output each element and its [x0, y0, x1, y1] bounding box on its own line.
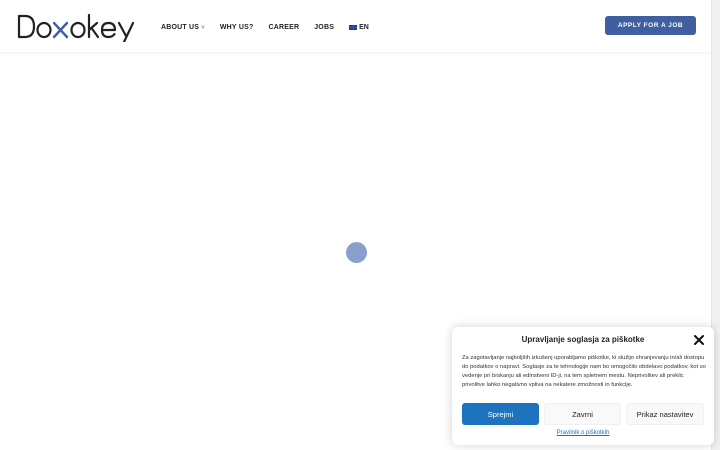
- cookie-button-row: Sprejmi Zavrni Prikaz nastavitev: [462, 403, 704, 425]
- language-label: EN: [359, 23, 369, 31]
- nav-career[interactable]: CAREER: [268, 24, 299, 31]
- view-preferences-button[interactable]: Prikaz nastavitev: [626, 403, 704, 425]
- cookie-policy-link[interactable]: Pravilnik o piškotkih: [452, 430, 714, 436]
- cookie-banner-title: Upravljanje soglasja za piškotke: [521, 335, 645, 344]
- main-nav: ABOUT US ˅ WHY US? CAREER JOBS EN: [161, 21, 369, 33]
- apply-for-job-button[interactable]: APPLY FOR A JOB: [605, 16, 696, 35]
- nav-about-us[interactable]: ABOUT US ˅: [161, 24, 205, 31]
- chevron-down-icon: ˅: [201, 24, 205, 31]
- site-header: ABOUT US ˅ WHY US? CAREER JOBS EN APPLY F…: [0, 0, 711, 52]
- loading-spinner-icon: [346, 242, 367, 263]
- nav-jobs[interactable]: JOBS: [314, 24, 334, 31]
- nav-why-us[interactable]: WHY US?: [220, 24, 254, 31]
- deny-cookies-button[interactable]: Zavrni: [544, 403, 621, 425]
- cookie-consent-banner: Upravljanje soglasja za piškotke Za zago…: [452, 327, 714, 445]
- close-icon[interactable]: [693, 333, 705, 345]
- accept-cookies-button[interactable]: Sprejmi: [462, 403, 539, 425]
- cookie-banner-text: Za zagotavljanje najboljših izkušenj upo…: [462, 355, 706, 388]
- uk-flag-icon: [349, 24, 358, 30]
- language-switcher[interactable]: EN: [349, 24, 369, 31]
- doxakey-logo[interactable]: [16, 10, 148, 42]
